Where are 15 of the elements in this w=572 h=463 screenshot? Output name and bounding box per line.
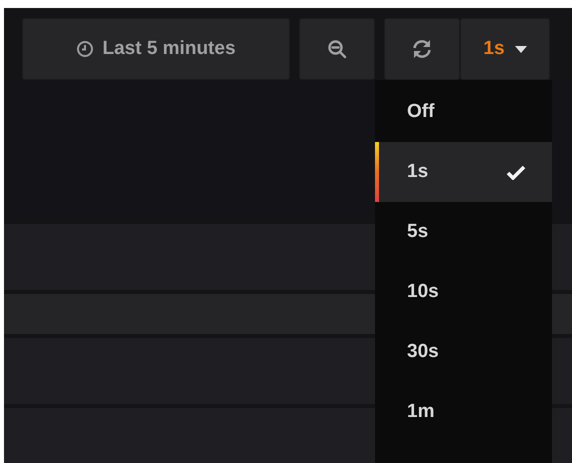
interval-option[interactable]: 1m bbox=[375, 382, 552, 442]
interval-option[interactable]: 1s bbox=[375, 142, 552, 202]
interval-option[interactable]: 5s bbox=[375, 202, 552, 262]
zoom-out-button[interactable] bbox=[299, 18, 375, 80]
clock-icon bbox=[76, 40, 94, 58]
refresh-icon bbox=[411, 39, 433, 59]
zoom-out-icon bbox=[327, 39, 347, 59]
interval-dropdown[interactable]: 1s bbox=[460, 18, 550, 80]
refresh-button[interactable] bbox=[384, 18, 460, 80]
interval-option[interactable]: Off bbox=[375, 82, 552, 142]
time-range-button[interactable]: Last 5 minutes bbox=[22, 18, 290, 80]
check-icon bbox=[506, 164, 526, 180]
interval-option[interactable]: 30s bbox=[375, 322, 552, 382]
interval-option[interactable]: 10s bbox=[375, 262, 552, 322]
caret-icon bbox=[514, 46, 527, 52]
